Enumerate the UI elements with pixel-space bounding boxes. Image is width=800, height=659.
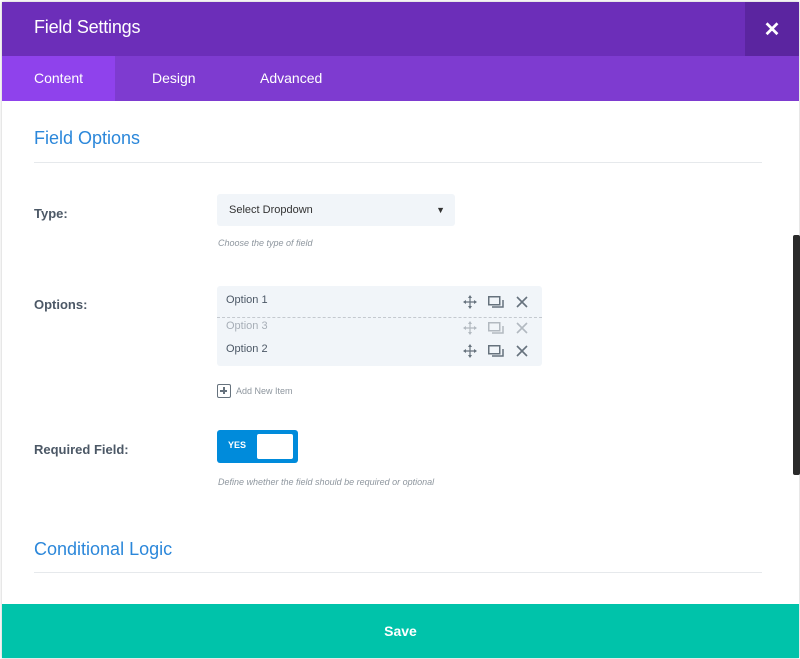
scrollbar[interactable] bbox=[793, 235, 800, 475]
duplicate-icon[interactable] bbox=[486, 292, 506, 312]
option-item-dragging[interactable]: Option 3 bbox=[217, 317, 542, 341]
type-label: Type: bbox=[34, 206, 68, 221]
duplicate-icon[interactable] bbox=[486, 341, 506, 361]
delete-icon[interactable] bbox=[512, 341, 532, 361]
add-new-item-button[interactable]: Add New Item bbox=[217, 384, 293, 398]
save-button[interactable]: Save bbox=[2, 604, 799, 658]
move-icon[interactable] bbox=[460, 292, 480, 312]
delete-icon[interactable] bbox=[512, 292, 532, 312]
options-list: Option 1 Option 3 Option 2 bbox=[217, 286, 542, 366]
modal-title: Field Settings bbox=[34, 17, 141, 37]
toggle-knob bbox=[257, 434, 293, 459]
required-field-label: Required Field: bbox=[34, 442, 129, 457]
type-select[interactable]: Select Dropdown ▼ bbox=[217, 194, 455, 226]
required-toggle[interactable]: YES bbox=[217, 430, 298, 463]
option-label: Option 2 bbox=[226, 343, 268, 355]
modal-content: Field Options Type: Select Dropdown ▼ Ch… bbox=[2, 101, 799, 604]
toggle-text: YES bbox=[228, 440, 247, 450]
tab-advanced[interactable]: Advanced bbox=[228, 56, 354, 101]
option-item[interactable]: Option 1 bbox=[217, 290, 542, 314]
type-select-value: Select Dropdown bbox=[229, 204, 313, 216]
duplicate-icon[interactable] bbox=[486, 318, 506, 338]
field-settings-modal: Field Settings ✕ Content Design Advanced… bbox=[2, 2, 799, 658]
move-icon[interactable] bbox=[460, 318, 480, 338]
plus-icon bbox=[217, 384, 231, 398]
modal-header: Field Settings ✕ bbox=[2, 2, 799, 56]
option-label: Option 1 bbox=[226, 294, 268, 306]
options-label: Options: bbox=[34, 297, 88, 312]
required-hint: Define whether the field should be requi… bbox=[218, 477, 435, 487]
tab-design[interactable]: Design bbox=[120, 56, 228, 101]
move-icon[interactable] bbox=[460, 341, 480, 361]
tab-content[interactable]: Content bbox=[2, 56, 116, 101]
option-label: Option 3 bbox=[226, 320, 268, 332]
close-button[interactable]: ✕ bbox=[745, 2, 799, 56]
tab-bar: Content Design Advanced bbox=[2, 56, 799, 101]
divider bbox=[34, 572, 762, 573]
section-title-conditional-logic[interactable]: Conditional Logic bbox=[34, 539, 172, 560]
add-new-item-label: Add New Item bbox=[236, 386, 293, 396]
option-item[interactable]: Option 2 bbox=[217, 339, 542, 363]
type-hint: Choose the type of field bbox=[218, 238, 313, 248]
divider bbox=[34, 162, 762, 163]
section-title-field-options[interactable]: Field Options bbox=[34, 128, 140, 149]
dropdown-arrow-icon: ▼ bbox=[436, 205, 445, 215]
delete-icon[interactable] bbox=[512, 318, 532, 338]
close-icon: ✕ bbox=[763, 18, 781, 41]
